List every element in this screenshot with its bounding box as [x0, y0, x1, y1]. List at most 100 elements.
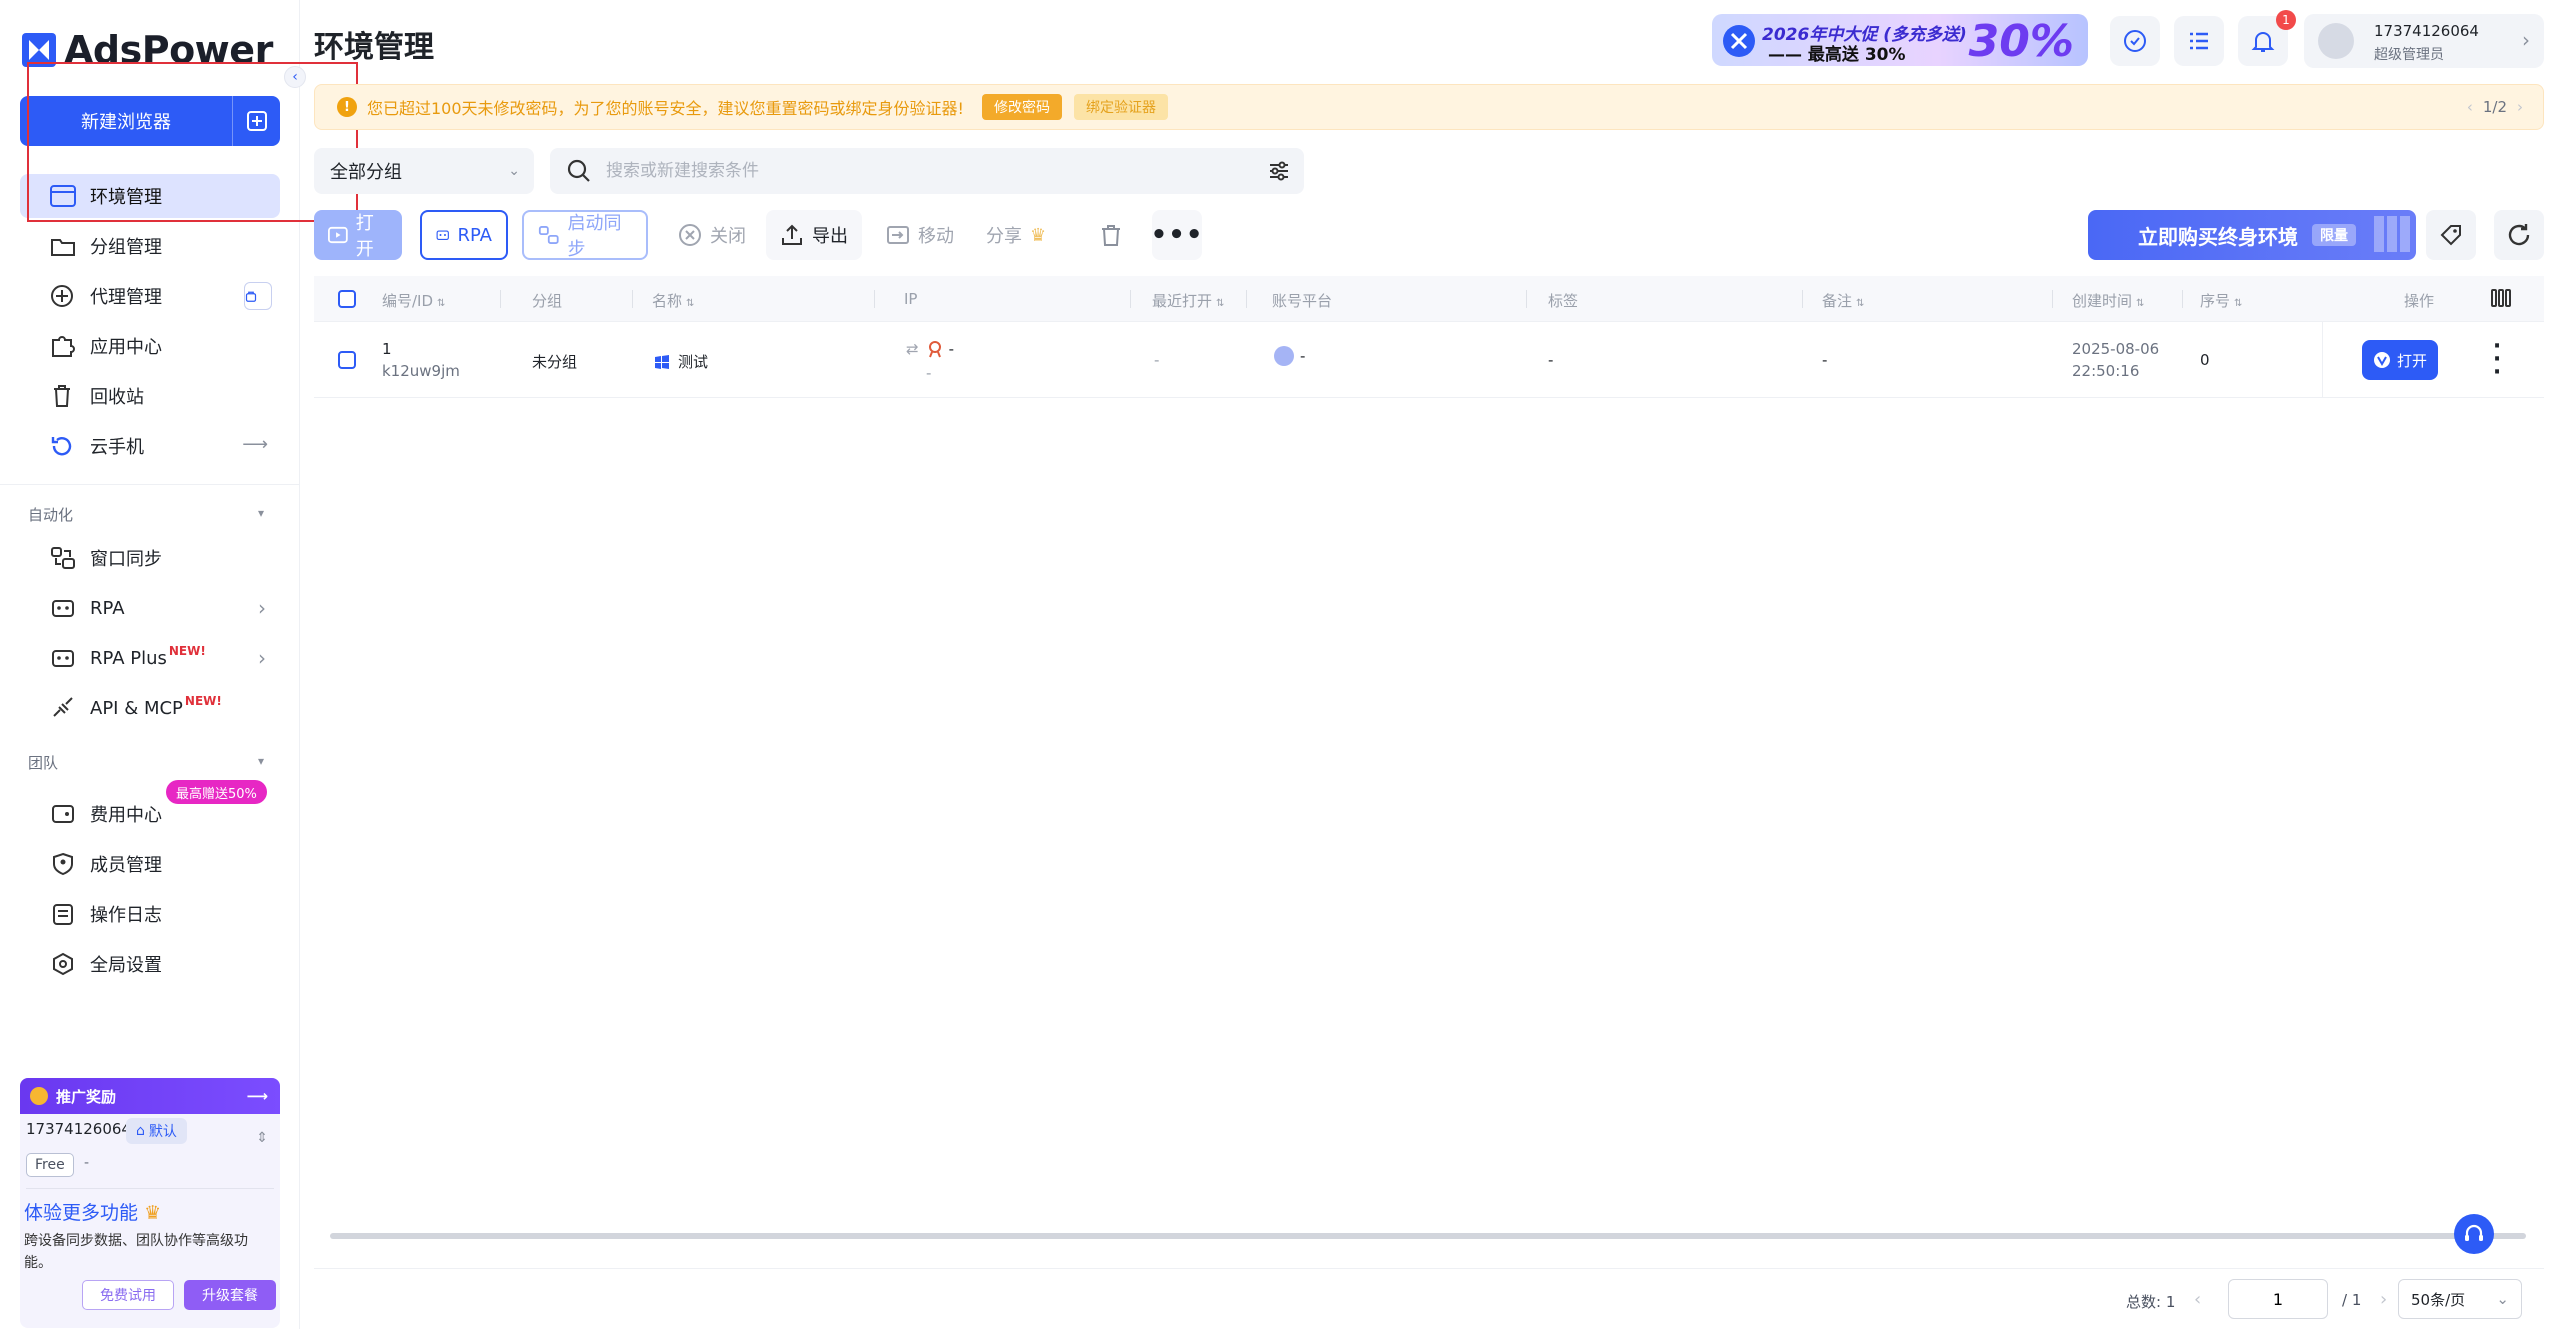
sidebar-item-billing[interactable]: 费用中心 [20, 792, 280, 836]
export-button[interactable]: 导出 [766, 210, 862, 260]
column-separator[interactable] [1130, 290, 1131, 308]
column-header-seq[interactable]: 序号 ⇅ [2200, 290, 2242, 311]
chevron-right-icon[interactable]: › [2517, 98, 2523, 116]
column-separator[interactable] [1802, 290, 1803, 308]
column-header-created[interactable]: 创建时间 ⇅ [2072, 290, 2144, 311]
support-chat-button[interactable] [2454, 1214, 2494, 1254]
app-logo[interactable]: AdsPower [22, 28, 273, 72]
delete-button[interactable] [1086, 210, 1136, 260]
sidebar-item-label: 环境管理 [90, 187, 162, 208]
sync-status-button[interactable] [2110, 16, 2160, 66]
horizontal-scrollbar[interactable] [330, 1233, 2526, 1239]
column-header-remark[interactable]: 备注 ⇅ [1822, 290, 1864, 311]
column-header-ip: IP [904, 290, 918, 308]
promo-title[interactable]: 体验更多功能 ♛ [24, 1198, 161, 1225]
task-list-button[interactable] [2174, 16, 2224, 66]
promo-banner[interactable]: 2026年中大促 (多充多送) —— 最高送 30% 30% [1712, 14, 2088, 66]
sidebar-item-api-mcp[interactable]: API & MCP NEW! [20, 686, 280, 730]
sidebar-item-window-sync[interactable]: 窗口同步 [20, 536, 280, 580]
rpa-button[interactable]: RPA [420, 210, 508, 260]
cell-remark: - [1822, 351, 1828, 369]
sidebar-item-app-center[interactable]: 应用中心 [20, 324, 280, 368]
sidebar-item-rpa-plus[interactable]: RPA Plus NEW! › [20, 636, 280, 680]
section-title-automation: 自动化 [28, 506, 74, 524]
close-button[interactable]: 关闭 [664, 210, 760, 260]
collapse-sidebar-button[interactable]: ‹ [284, 66, 306, 88]
sidebar-item-label: RPA [90, 597, 125, 619]
column-separator[interactable] [2182, 290, 2183, 308]
refresh-button[interactable] [2494, 210, 2544, 260]
notice-page: 1/2 [2482, 98, 2507, 116]
column-separator[interactable] [2052, 290, 2053, 308]
close-circle-icon [679, 224, 701, 246]
search-input[interactable] [606, 161, 1246, 181]
pagination-bar: 总数: 1 ‹ / 1 › 50条/页 ⌄ [314, 1268, 2544, 1328]
sidebar-item-members[interactable]: 成员管理 [20, 842, 280, 886]
user-phone: 17374126064 [2374, 22, 2479, 40]
table-row[interactable]: 1 k12uw9jm 未分组 测试 ⇄ - - - - - - 2025-08-… [314, 322, 2544, 398]
swap-icon: ⇄ [906, 340, 919, 358]
column-settings-icon[interactable] [2490, 288, 2512, 308]
change-password-button[interactable]: 修改密码 [981, 94, 1062, 120]
list-icon [2190, 32, 2208, 50]
select-all-checkbox[interactable] [338, 290, 356, 308]
bind-authenticator-button[interactable]: 绑定验证器 [1073, 94, 1168, 120]
row-checkbox[interactable] [338, 351, 356, 369]
tag-button[interactable] [2426, 210, 2476, 260]
new-browser-button[interactable]: 新建浏览器 [20, 96, 280, 146]
column-separator[interactable] [500, 290, 501, 308]
buy-lifetime-env-button[interactable]: 立即购买终身环境 限量 [2088, 210, 2416, 260]
batch-add-button[interactable] [232, 96, 280, 146]
new-badge: NEW! [168, 644, 206, 658]
page-size-select[interactable]: 50条/页 ⌄ [2398, 1279, 2522, 1319]
search-icon [567, 159, 590, 182]
collapse-team-icon[interactable]: ▾ [258, 754, 264, 768]
column-header-id[interactable]: 编号/ID ⇅ [382, 290, 445, 311]
sidebar-item-global-settings[interactable]: 全局设置 [20, 942, 280, 986]
chevron-right-icon: › [258, 596, 266, 620]
group-select[interactable]: 全部分组 ⌄ [314, 148, 534, 194]
column-header-last-open[interactable]: 最近打开 ⇅ [1152, 290, 1224, 311]
column-separator[interactable] [874, 290, 875, 308]
cell-id[interactable]: k12uw9jm [382, 362, 460, 380]
cell-name[interactable]: 测试 [654, 351, 708, 372]
divider [0, 484, 300, 485]
filter-settings-icon[interactable] [1268, 160, 1290, 182]
default-team-tag[interactable]: ⌂ 默认 [126, 1118, 187, 1144]
sidebar-item-rpa[interactable]: RPA › [20, 586, 280, 630]
column-header-name[interactable]: 名称 ⇅ [652, 290, 694, 311]
promo-header[interactable]: 推广奖励 ⟶ [20, 1078, 280, 1114]
sidebar-item-cloud-phone[interactable]: 云手机 ⟶ [20, 424, 280, 468]
expand-account-icon[interactable]: ⇕ [256, 1130, 268, 1146]
free-trial-button[interactable]: 免费试用 [82, 1280, 174, 1310]
page-number-input[interactable] [2228, 1279, 2328, 1319]
move-button[interactable]: 移动 [872, 210, 968, 260]
column-separator[interactable] [632, 290, 633, 308]
upgrade-plan-button[interactable]: 升级套餐 [184, 1280, 276, 1310]
more-actions-button[interactable]: ••• [1151, 210, 1202, 260]
cell-ip-text: - [948, 340, 954, 358]
share-button[interactable]: 分享 ♛ [972, 210, 1060, 260]
column-separator[interactable] [1526, 290, 1527, 308]
user-menu[interactable]: 17374126064 超级管理员 › [2304, 14, 2544, 68]
search-bar [550, 148, 1304, 194]
sidebar-item-env-management[interactable]: 环境管理 [20, 174, 280, 218]
cell-number: 1 [382, 340, 392, 358]
open-button[interactable]: 打开 [314, 210, 402, 260]
collapse-automation-icon[interactable]: ▾ [258, 506, 264, 520]
chevron-left-icon[interactable]: ‹ [2467, 98, 2473, 116]
folder-icon [51, 239, 75, 256]
sidebar-item-operation-log[interactable]: 操作日志 [20, 892, 280, 936]
sidebar-item-group-management[interactable]: 分组管理 [20, 224, 280, 268]
sidebar-item-label: 窗口同步 [90, 549, 162, 570]
sidebar-item-recycle-bin[interactable]: 回收站 [20, 374, 280, 418]
row-more-menu-icon[interactable]: · · · [2490, 336, 2504, 384]
row-open-button[interactable]: 打开 [2362, 340, 2438, 380]
proxy-shop-button[interactable] [244, 282, 272, 310]
start-sync-button[interactable]: 启动同步 [522, 210, 648, 260]
column-separator[interactable] [1246, 290, 1247, 308]
next-page-button[interactable]: › [2380, 1289, 2387, 1310]
sidebar-item-proxy-management[interactable]: 代理管理 [20, 274, 280, 318]
sidebar-item-label: 分组管理 [90, 237, 162, 258]
prev-page-button[interactable]: ‹ [2194, 1289, 2201, 1310]
